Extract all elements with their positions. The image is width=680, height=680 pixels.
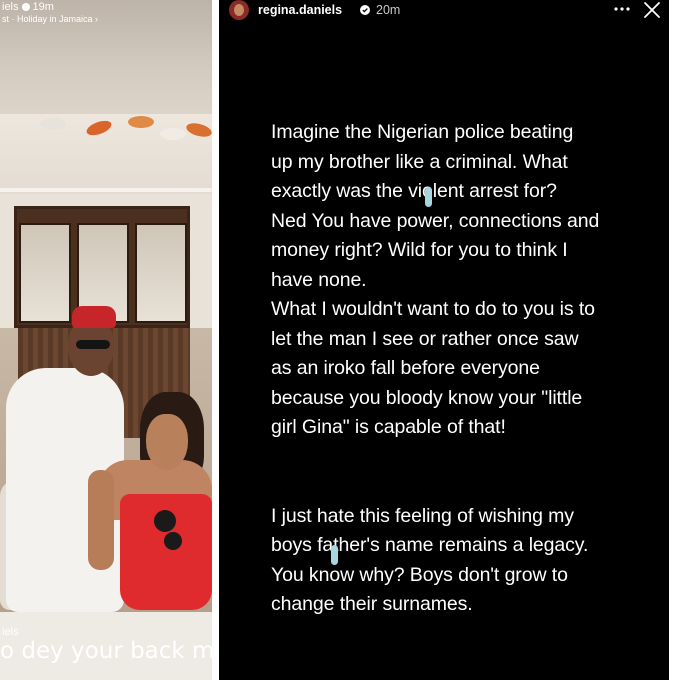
ceiling-light-line (0, 188, 212, 192)
verified-icon (21, 3, 30, 11)
left-story-header: iels 19m st · Holiday in Jamaica › (0, 0, 212, 30)
story-paragraph-2: I just hate this feeling of wishing my b… (271, 504, 589, 616)
red-dress (120, 494, 212, 610)
right-edge (669, 0, 680, 680)
right-story-panel[interactable]: regina.daniels 20m Imagine the Nigerian … (219, 0, 669, 680)
left-story-time: 19m (32, 1, 54, 13)
red-cap (72, 306, 116, 328)
panel-divider (212, 0, 219, 680)
left-story-caption: o dey your back my br (0, 638, 212, 664)
left-story-panel[interactable]: iels 19m st · Holiday in Jamaica › iels o… (0, 0, 212, 680)
story-time: 20m (376, 3, 401, 17)
woman-arm (88, 470, 114, 570)
story-paragraph-1: Imagine the Nigerian police beating up m… (271, 121, 600, 438)
more-horizontal-icon[interactable] (613, 2, 631, 16)
woman-face (146, 414, 188, 470)
sunglasses (76, 340, 110, 349)
text-highlight-mark (425, 187, 432, 207)
text-highlight-mark (331, 545, 338, 565)
story-username[interactable]: regina.daniels (258, 3, 342, 17)
avatar[interactable] (229, 0, 249, 20)
close-icon[interactable] (643, 1, 661, 19)
verified-icon (360, 5, 370, 15)
ceiling-decor (0, 114, 212, 194)
left-story-username[interactable]: iels (2, 1, 19, 13)
left-story-subtitle[interactable]: st · Holiday in Jamaica › (2, 13, 98, 25)
story-text: Imagine the Nigerian police beating up m… (271, 118, 631, 620)
